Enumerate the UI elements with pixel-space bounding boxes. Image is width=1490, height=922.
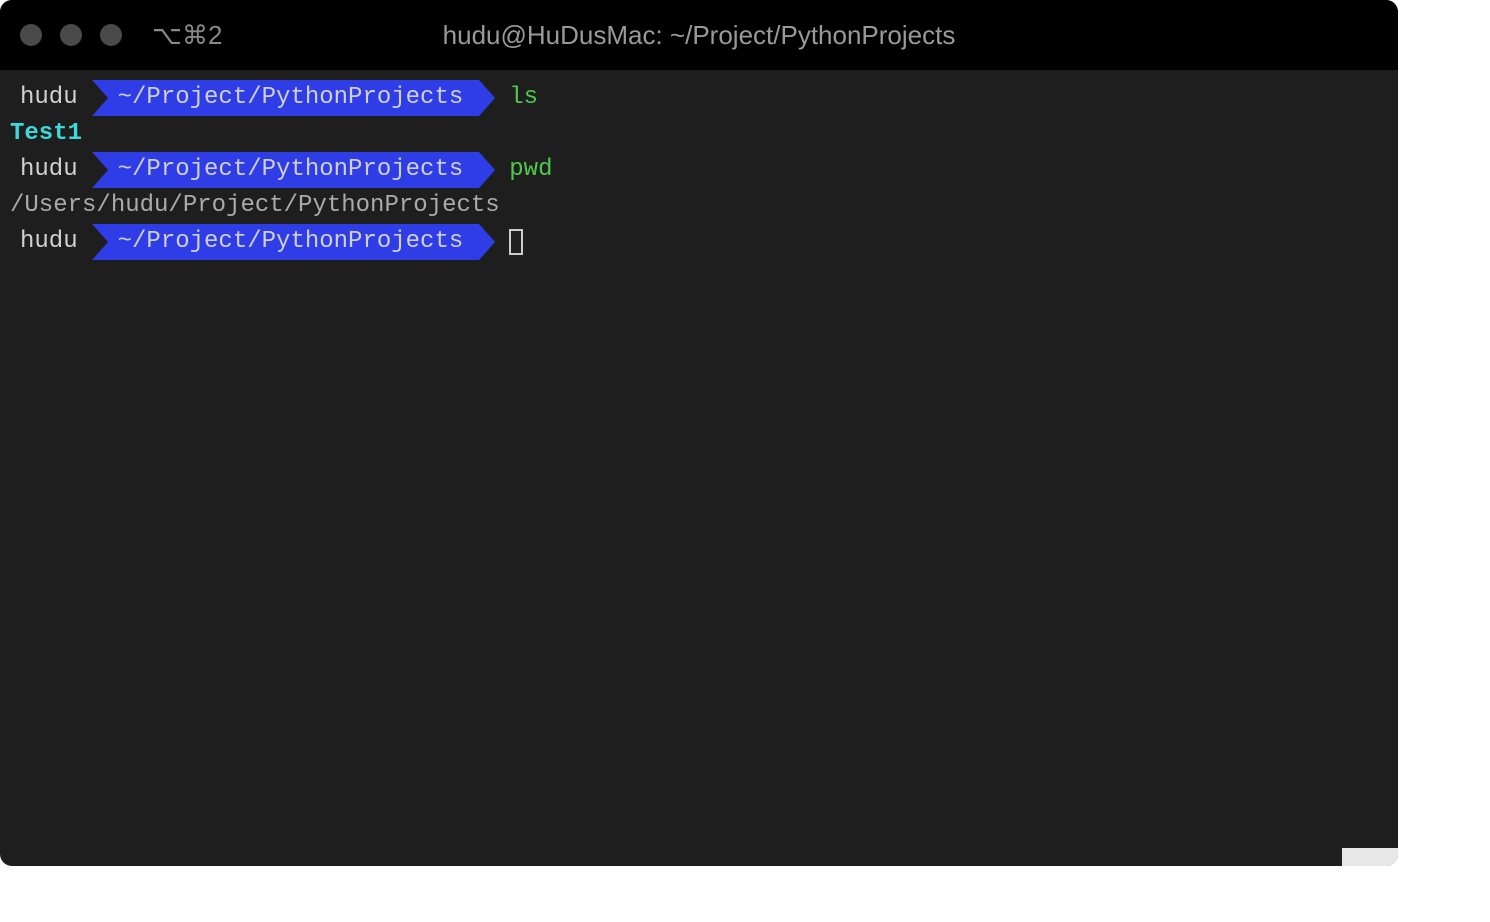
prompt-line: hudu ~/Project/PythonProjects [0, 224, 1398, 260]
output-path-text: /Users/hudu/Project/PythonProjects [10, 188, 500, 224]
cursor[interactable] [509, 229, 523, 255]
minimize-button[interactable] [60, 24, 82, 46]
scroll-indicator[interactable] [1342, 848, 1398, 866]
prompt-line: hudu ~/Project/PythonProjects ls [0, 80, 1398, 116]
title-bar: ⌥⌘2 hudu@HuDusMac: ~/Project/PythonProje… [0, 0, 1398, 70]
close-button[interactable] [20, 24, 42, 46]
terminal-window: ⌥⌘2 hudu@HuDusMac: ~/Project/PythonProje… [0, 0, 1398, 866]
command-text: ls [509, 80, 538, 116]
prompt-line: hudu ~/Project/PythonProjects pwd [0, 152, 1398, 188]
window-title: hudu@HuDusMac: ~/Project/PythonProjects [443, 20, 956, 51]
prompt-path-segment: ~/Project/PythonProjects [92, 152, 480, 188]
tab-shortcut-label: ⌥⌘2 [152, 20, 222, 51]
maximize-button[interactable] [100, 24, 122, 46]
prompt-path-segment: ~/Project/PythonProjects [92, 80, 480, 116]
prompt-user-segment: hudu [0, 152, 92, 188]
output-line: Test1 [0, 116, 1398, 152]
prompt-user-segment: hudu [0, 80, 92, 116]
traffic-lights [20, 24, 122, 46]
terminal-content[interactable]: hudu ~/Project/PythonProjects ls Test1 h… [0, 70, 1398, 270]
command-text: pwd [509, 152, 552, 188]
prompt-user-segment: hudu [0, 224, 92, 260]
prompt-path-segment: ~/Project/PythonProjects [92, 224, 480, 260]
output-directory-name: Test1 [10, 116, 82, 152]
output-line: /Users/hudu/Project/PythonProjects [0, 188, 1398, 224]
